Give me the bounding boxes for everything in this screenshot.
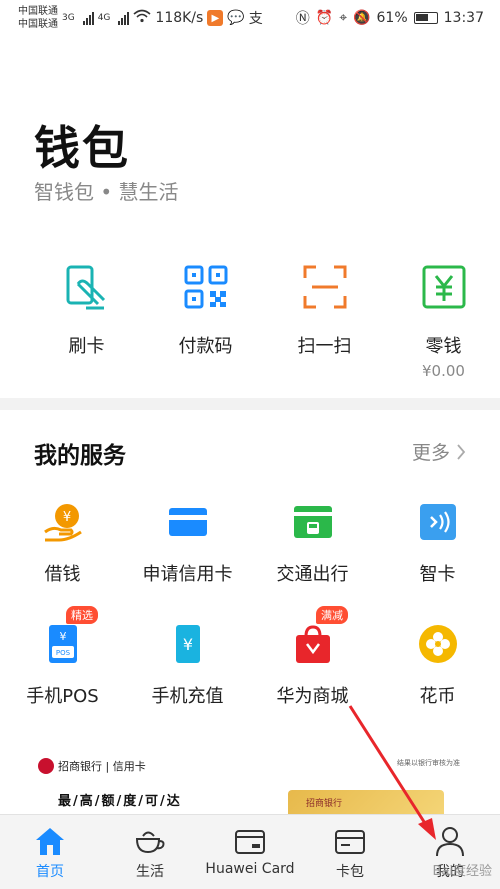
network-type-1: 3G [62, 13, 75, 23]
alarm-icon: ⏰ [315, 10, 334, 26]
card-text: 招商银行 [306, 799, 343, 809]
quick-action-label: 刷卡 [68, 336, 105, 357]
page-subtitle: 智钱包 • 慧生活 [34, 180, 179, 204]
carrier-2: 中国联通 [18, 19, 58, 30]
promo-banner[interactable]: 招商银行 | 信用卡 结果以银行审核为准 最/高/额/度/可/达 招商银行 [0, 744, 500, 814]
loan-icon: ¥ [43, 504, 82, 542]
my-services-section: 我的服务 更多 ¥ 借钱 申请信用卡 交通出行 智卡 精选 ¥ POS 手机PO… [0, 410, 500, 744]
coffee-cup-icon [135, 831, 165, 854]
service-credit-card[interactable]: 申请信用卡 [125, 500, 250, 622]
service-loan[interactable]: ¥ 借钱 [0, 500, 125, 622]
service-label: 申请信用卡 [142, 564, 233, 585]
bank-emblem-icon [38, 758, 54, 774]
bank-logo: 招商银行 | 信用卡 [38, 758, 146, 774]
card-wallet-icon [335, 830, 365, 854]
flower-coin-icon [418, 625, 457, 663]
more-label: 更多 [411, 442, 450, 464]
services-more-link[interactable]: 更多 [412, 438, 466, 465]
wallet-header-section: 钱包 智钱包 • 慧生活 刷卡 付款码 扫一扫 零钱 ¥0.00 [0, 36, 500, 398]
status-bar: 中国联通 中国联通 3G 4G 118K/s ▶ 💬 支 Ⓝ ⏰ ⌖ 🔕 61%… [0, 0, 500, 36]
app-notification-icon: ▶ [207, 10, 224, 26]
service-huawei-mall[interactable]: 满减 华为商城 [250, 606, 375, 744]
credit-card-image: 招商银行 [288, 790, 444, 814]
svg-text:¥: ¥ [62, 510, 70, 525]
credit-card-icon [168, 508, 207, 536]
service-label: 华为商城 [276, 686, 349, 707]
service-transit[interactable]: 交通出行 [250, 500, 375, 622]
bottom-tab-bar: 首页 生活 Huawei Card 卡包 我的 [0, 814, 500, 889]
home-icon [36, 828, 64, 855]
service-label: 花币 [419, 686, 456, 707]
card-swipe-icon [66, 265, 105, 310]
pos-icon: ¥ POS [48, 625, 77, 663]
tab-label: 生活 [136, 864, 164, 880]
tab-label: Huawei Card [205, 861, 295, 877]
carrier-names: 中国联通 中国联通 [18, 5, 58, 31]
huawei-card-icon [235, 830, 265, 854]
chevron-right-icon [457, 443, 466, 460]
quick-action-swipe-card[interactable]: 刷卡 [30, 264, 143, 380]
signal-1-icon [82, 11, 94, 25]
service-label: 智卡 [419, 564, 456, 585]
banner-note: 结果以银行审核为准 [397, 759, 460, 767]
wifi-icon [133, 9, 151, 27]
services-title: 我的服务 [34, 443, 126, 469]
discount-badge: 满减 [316, 606, 348, 624]
service-smart-card[interactable]: 智卡 [375, 500, 500, 622]
chat-icon: 💬 [227, 10, 245, 26]
qr-code-icon [184, 265, 227, 309]
nfc-card-icon [419, 504, 456, 540]
banner-headline: 最/高/额/度/可/达 [58, 794, 182, 809]
watermark: Bai度经验 [432, 864, 493, 879]
clock: 13:37 [443, 10, 484, 26]
service-mobile-pos[interactable]: 精选 ¥ POS 手机POS [0, 606, 125, 744]
network-speed: 118K/s [155, 10, 204, 26]
bank-name: 招商银行 | 信用卡 [58, 760, 146, 773]
quick-action-label: 付款码 [178, 336, 233, 357]
tab-label: 首页 [36, 864, 64, 880]
network-type-2: 4G [97, 13, 111, 23]
phone-topup-icon: ¥ [175, 625, 200, 663]
svg-text:¥: ¥ [182, 635, 192, 654]
service-label: 借钱 [44, 564, 81, 585]
signal-2-icon [118, 11, 130, 25]
page-title: 钱包 [34, 121, 130, 175]
featured-badge: 精选 [66, 606, 98, 624]
change-wallet-icon [422, 265, 465, 309]
person-icon [436, 827, 464, 857]
tab-life[interactable]: 生活 [100, 815, 200, 889]
svg-text:POS: POS [55, 649, 70, 657]
quick-action-scan[interactable]: 扫一扫 [268, 264, 381, 380]
service-label: 手机POS [26, 686, 99, 707]
quick-actions: 刷卡 付款码 扫一扫 零钱 ¥0.00 [0, 264, 500, 380]
battery-percent: 61% [376, 10, 408, 26]
tab-label: 卡包 [336, 864, 364, 880]
svg-text:¥: ¥ [59, 630, 66, 643]
service-label: 交通出行 [276, 564, 349, 585]
location-icon: ⌖ [339, 10, 348, 26]
service-label: 手机充值 [151, 686, 224, 707]
bus-card-icon [293, 506, 332, 538]
scan-icon [303, 265, 346, 309]
quick-action-label: 扫一扫 [297, 336, 352, 357]
quick-action-change[interactable]: 零钱 ¥0.00 [387, 264, 500, 380]
shopping-bag-icon [295, 625, 330, 663]
service-huabi[interactable]: 花币 [375, 622, 500, 744]
tab-home[interactable]: 首页 [0, 815, 100, 889]
service-phone-topup[interactable]: ¥ 手机充值 [125, 622, 250, 744]
nfc-icon: Ⓝ [295, 11, 310, 27]
quick-action-pay-code[interactable]: 付款码 [149, 264, 262, 380]
change-balance: ¥0.00 [422, 362, 465, 380]
carrier-1: 中国联通 [18, 6, 58, 17]
mute-icon: 🔕 [353, 10, 371, 26]
tab-huawei-card[interactable]: Huawei Card [200, 815, 300, 889]
tab-card-wallet[interactable]: 卡包 [300, 815, 400, 889]
quick-action-label: 零钱 [425, 336, 462, 357]
services-grid: ¥ 借钱 申请信用卡 交通出行 智卡 精选 ¥ POS 手机POS ¥ 手机充值… [0, 500, 500, 744]
alipay-icon: 支 [248, 11, 263, 27]
battery-icon [413, 12, 438, 24]
